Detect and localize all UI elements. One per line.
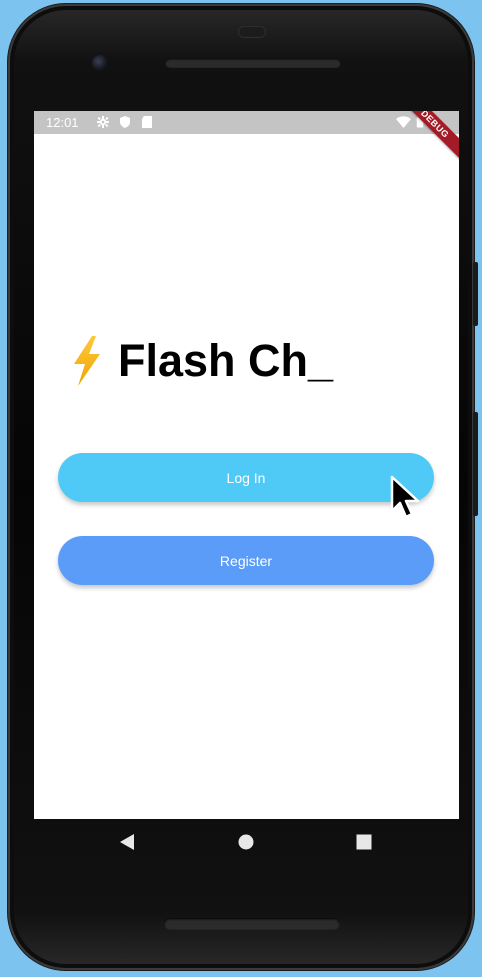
back-icon[interactable] [119, 833, 135, 851]
register-button[interactable]: Register [58, 536, 434, 585]
recents-icon[interactable] [356, 833, 372, 851]
home-icon[interactable] [238, 833, 254, 851]
app-screen: 12:01 DEBUG Flash Ch_ Log In Register [34, 111, 459, 819]
gear-icon [97, 116, 109, 128]
navigation-bar [34, 819, 459, 867]
shield-icon [120, 116, 130, 128]
wifi-icon [396, 116, 411, 128]
register-button-label: Register [219, 552, 273, 569]
earpiece [238, 26, 266, 38]
front-camera [92, 55, 108, 71]
sd-card-icon [142, 116, 152, 128]
lightning-bolt-icon [74, 336, 100, 386]
stage: 12:01 DEBUG Flash Ch_ Log In Register [0, 0, 482, 977]
status-time: 12:01 [46, 115, 79, 130]
title-row: Flash Ch_ [70, 331, 333, 391]
status-bar: 12:01 DEBUG [34, 111, 459, 162]
login-button[interactable]: Log In [58, 453, 434, 502]
login-button-label: Log In [226, 469, 266, 486]
volume-button[interactable] [473, 412, 478, 516]
bottom-speaker [164, 918, 340, 930]
mouse-pointer-icon [390, 475, 420, 519]
top-speaker [165, 58, 341, 68]
power-button[interactable] [473, 262, 478, 326]
app-title: Flash Ch_ [118, 335, 334, 386]
